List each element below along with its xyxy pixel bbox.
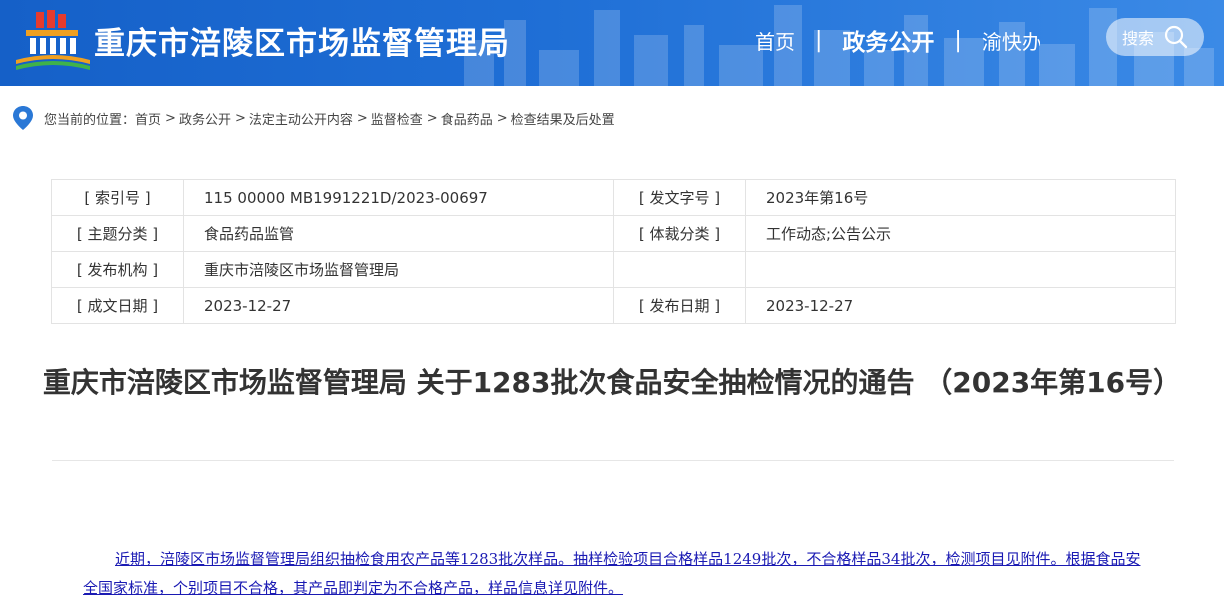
main-nav: 首页 | 政务公开 | 渝快办 — [735, 0, 1040, 80]
breadcrumb-separator: > — [234, 110, 246, 126]
site-header: 重庆市涪陵区市场监督管理局 首页 | 政务公开 | 渝快办 搜索 — [0, 0, 1224, 86]
title-divider — [52, 460, 1174, 461]
search-button[interactable]: 搜索 — [1106, 18, 1204, 56]
nav-home[interactable]: 首页 — [735, 26, 815, 55]
info-value — [745, 251, 1176, 288]
article-title: 重庆市涪陵区市场监督管理局 关于1283批次食品安全抽检情况的通告 （2023年… — [42, 366, 1182, 399]
info-label: [ 体裁分类 ] — [613, 215, 746, 252]
breadcrumb-prefix: 您当前的位置： — [44, 112, 136, 128]
site-logo[interactable] — [14, 10, 92, 72]
table-row: [ 发布机构 ] 重庆市涪陵区市场监督管理局 — [51, 251, 1176, 288]
breadcrumb-separator: > — [496, 110, 508, 126]
info-value: 2023年第16号 — [745, 179, 1176, 216]
breadcrumb-item[interactable]: 食品药品 — [441, 109, 493, 128]
info-value: 重庆市涪陵区市场监督管理局 — [183, 251, 614, 288]
nav-government-affairs[interactable]: 政务公开 — [822, 23, 954, 57]
info-value: 工作动态;公告公示 — [745, 215, 1176, 252]
nav-separator: | — [815, 27, 823, 53]
info-value: 115 00000 MB1991221D/2023-00697 — [183, 179, 614, 216]
breadcrumb-item[interactable]: 检查结果及后处置 — [511, 109, 615, 128]
info-label: [ 发布日期 ] — [613, 287, 746, 324]
search-label: 搜索 — [1121, 29, 1154, 48]
info-value: 2023-12-27 — [183, 287, 614, 324]
info-value: 食品药品监管 — [183, 215, 614, 252]
article-body[interactable]: 近期，涪陵区市场监督管理局组织抽检食用农产品等1283批次样品。抽样检验项目合格… — [83, 545, 1153, 603]
info-label: [ 发布机构 ] — [51, 251, 184, 288]
info-label: [ 发文字号 ] — [613, 179, 746, 216]
table-row: [ 主题分类 ] 食品药品监管 [ 体裁分类 ] 工作动态;公告公示 — [51, 215, 1176, 252]
table-row: [ 索引号 ] 115 00000 MB1991221D/2023-00697 … — [51, 179, 1176, 216]
info-label — [613, 251, 746, 288]
breadcrumb-item[interactable]: 监督检查 — [371, 109, 423, 128]
breadcrumb-separator: > — [426, 110, 438, 126]
breadcrumb: 您当前的位置： 首页 > 政务公开 > 法定主动公开内容 > 监督检查 > 食品… — [12, 104, 615, 132]
breadcrumb-separator: > — [356, 110, 368, 126]
location-pin-icon — [13, 106, 33, 130]
table-row: [ 成文日期 ] 2023-12-27 [ 发布日期 ] 2023-12-27 — [51, 287, 1176, 324]
info-value: 2023-12-27 — [745, 287, 1176, 324]
info-label: [ 成文日期 ] — [51, 287, 184, 324]
breadcrumb-item[interactable]: 法定主动公开内容 — [249, 109, 353, 128]
site-title[interactable]: 重庆市涪陵区市场监督管理局 — [94, 18, 510, 63]
nav-yukuaiban[interactable]: 渝快办 — [962, 26, 1040, 55]
breadcrumb-item[interactable]: 政务公开 — [179, 109, 231, 128]
nav-separator: | — [954, 27, 962, 53]
info-label: [ 索引号 ] — [51, 179, 184, 216]
document-info-table: [ 索引号 ] 115 00000 MB1991221D/2023-00697 … — [51, 179, 1176, 324]
info-label: [ 主题分类 ] — [51, 215, 184, 252]
breadcrumb-item[interactable]: 首页 — [135, 109, 161, 128]
breadcrumb-separator: > — [165, 110, 176, 126]
search-icon — [1164, 25, 1188, 49]
